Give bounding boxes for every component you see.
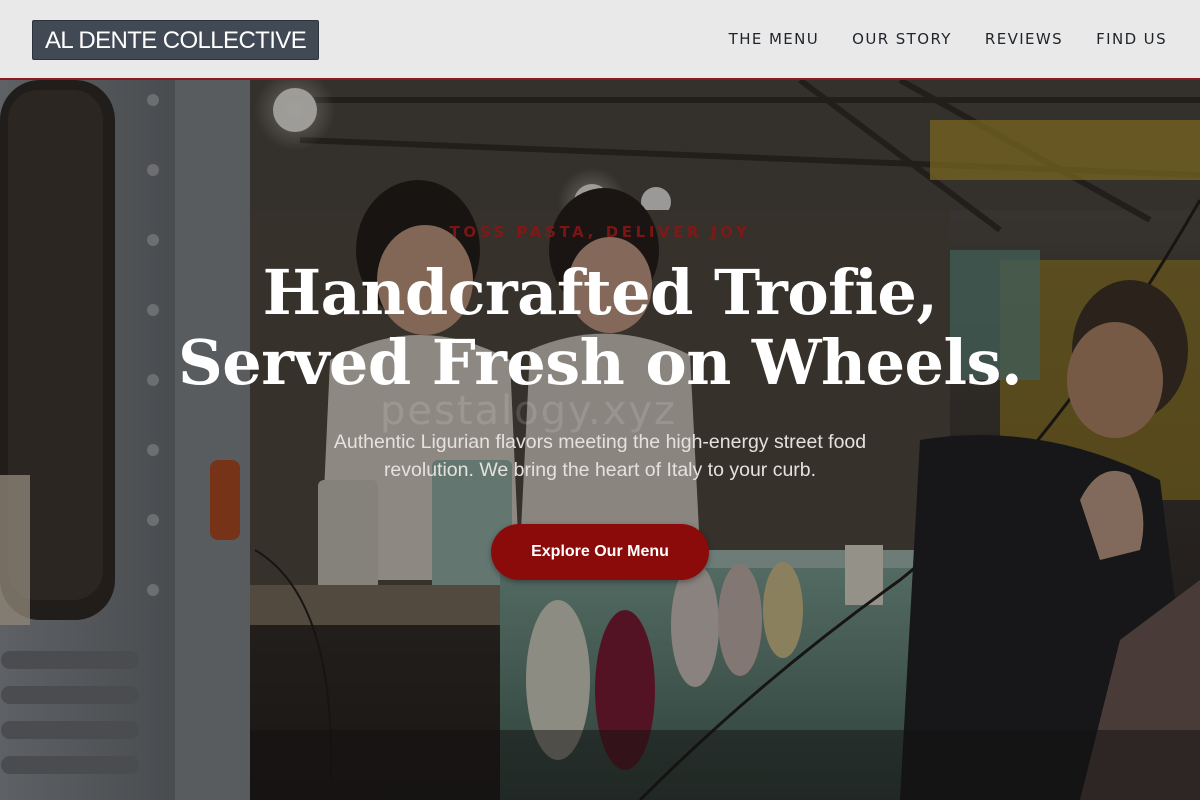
landing-page: AL DENTE COLLECTIVE THE MENU OUR STORY R… xyxy=(0,0,1200,800)
nav-link-reviews[interactable]: REVIEWS xyxy=(985,29,1063,49)
nav-link-story[interactable]: OUR STORY xyxy=(852,29,952,49)
main-nav: THE MENU OUR STORY REVIEWS FIND US xyxy=(729,29,1167,49)
hero-subtitle: Authentic Ligurian flavors meeting the h… xyxy=(333,431,867,481)
hero-headline-line-1: Handcrafted Trofie, xyxy=(262,256,938,329)
hero-headline-line-2: Served Fresh on Wheels. xyxy=(177,326,1023,399)
explore-menu-button[interactable]: Explore Our Menu xyxy=(491,524,709,580)
hero-headline: Handcrafted Trofie, Served Fresh on Whee… xyxy=(0,258,1200,398)
nav-link-find-us[interactable]: FIND US xyxy=(1096,29,1167,49)
nav-link-menu[interactable]: THE MENU xyxy=(729,29,820,49)
brand-logo[interactable]: AL DENTE COLLECTIVE xyxy=(32,20,320,60)
hero-section: pestalogy.xyz TOSS PASTA, DELIVER JOY Ha… xyxy=(0,80,1200,800)
hero-tagline: TOSS PASTA, DELIVER JOY xyxy=(449,223,751,241)
site-header: AL DENTE COLLECTIVE THE MENU OUR STORY R… xyxy=(0,0,1200,80)
